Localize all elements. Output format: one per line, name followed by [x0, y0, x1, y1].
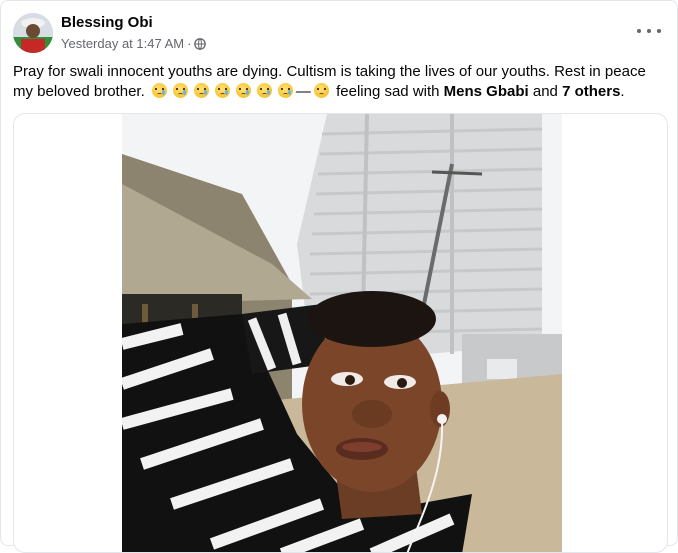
post-card: Blessing Obi Yesterday at 1:47 AM · Pray… [0, 0, 678, 553]
tagged-person-link[interactable]: Mens Gbabi [444, 83, 529, 100]
crying-face-icon [214, 83, 230, 98]
end-period: . [620, 83, 625, 100]
and-text: and [532, 83, 558, 100]
feeling-text: feeling sad with [336, 83, 440, 100]
post-photo-frame[interactable] [13, 113, 668, 553]
crying-face-icon [256, 83, 272, 98]
dash: — [295, 83, 311, 100]
crying-face-icon [235, 83, 251, 98]
post-timestamp[interactable]: Yesterday at 1:47 AM [61, 36, 184, 51]
globe-icon[interactable] [194, 37, 207, 50]
author-avatar[interactable] [13, 13, 53, 53]
others-link[interactable]: 7 others [562, 83, 620, 100]
post-text: Pray for swali innocent youths are dying… [13, 62, 663, 102]
crying-face-icon [151, 83, 167, 98]
post-photo[interactable] [122, 114, 562, 552]
meta-separator: · [187, 36, 192, 51]
crying-face-icon [193, 83, 209, 98]
sad-face-icon [313, 83, 329, 98]
post-meta: Yesterday at 1:47 AM · [61, 36, 207, 51]
crying-face-icon [277, 83, 293, 98]
crying-face-icon [172, 83, 188, 98]
more-options-icon[interactable] [637, 23, 661, 39]
author-name[interactable]: Blessing Obi [61, 14, 153, 31]
